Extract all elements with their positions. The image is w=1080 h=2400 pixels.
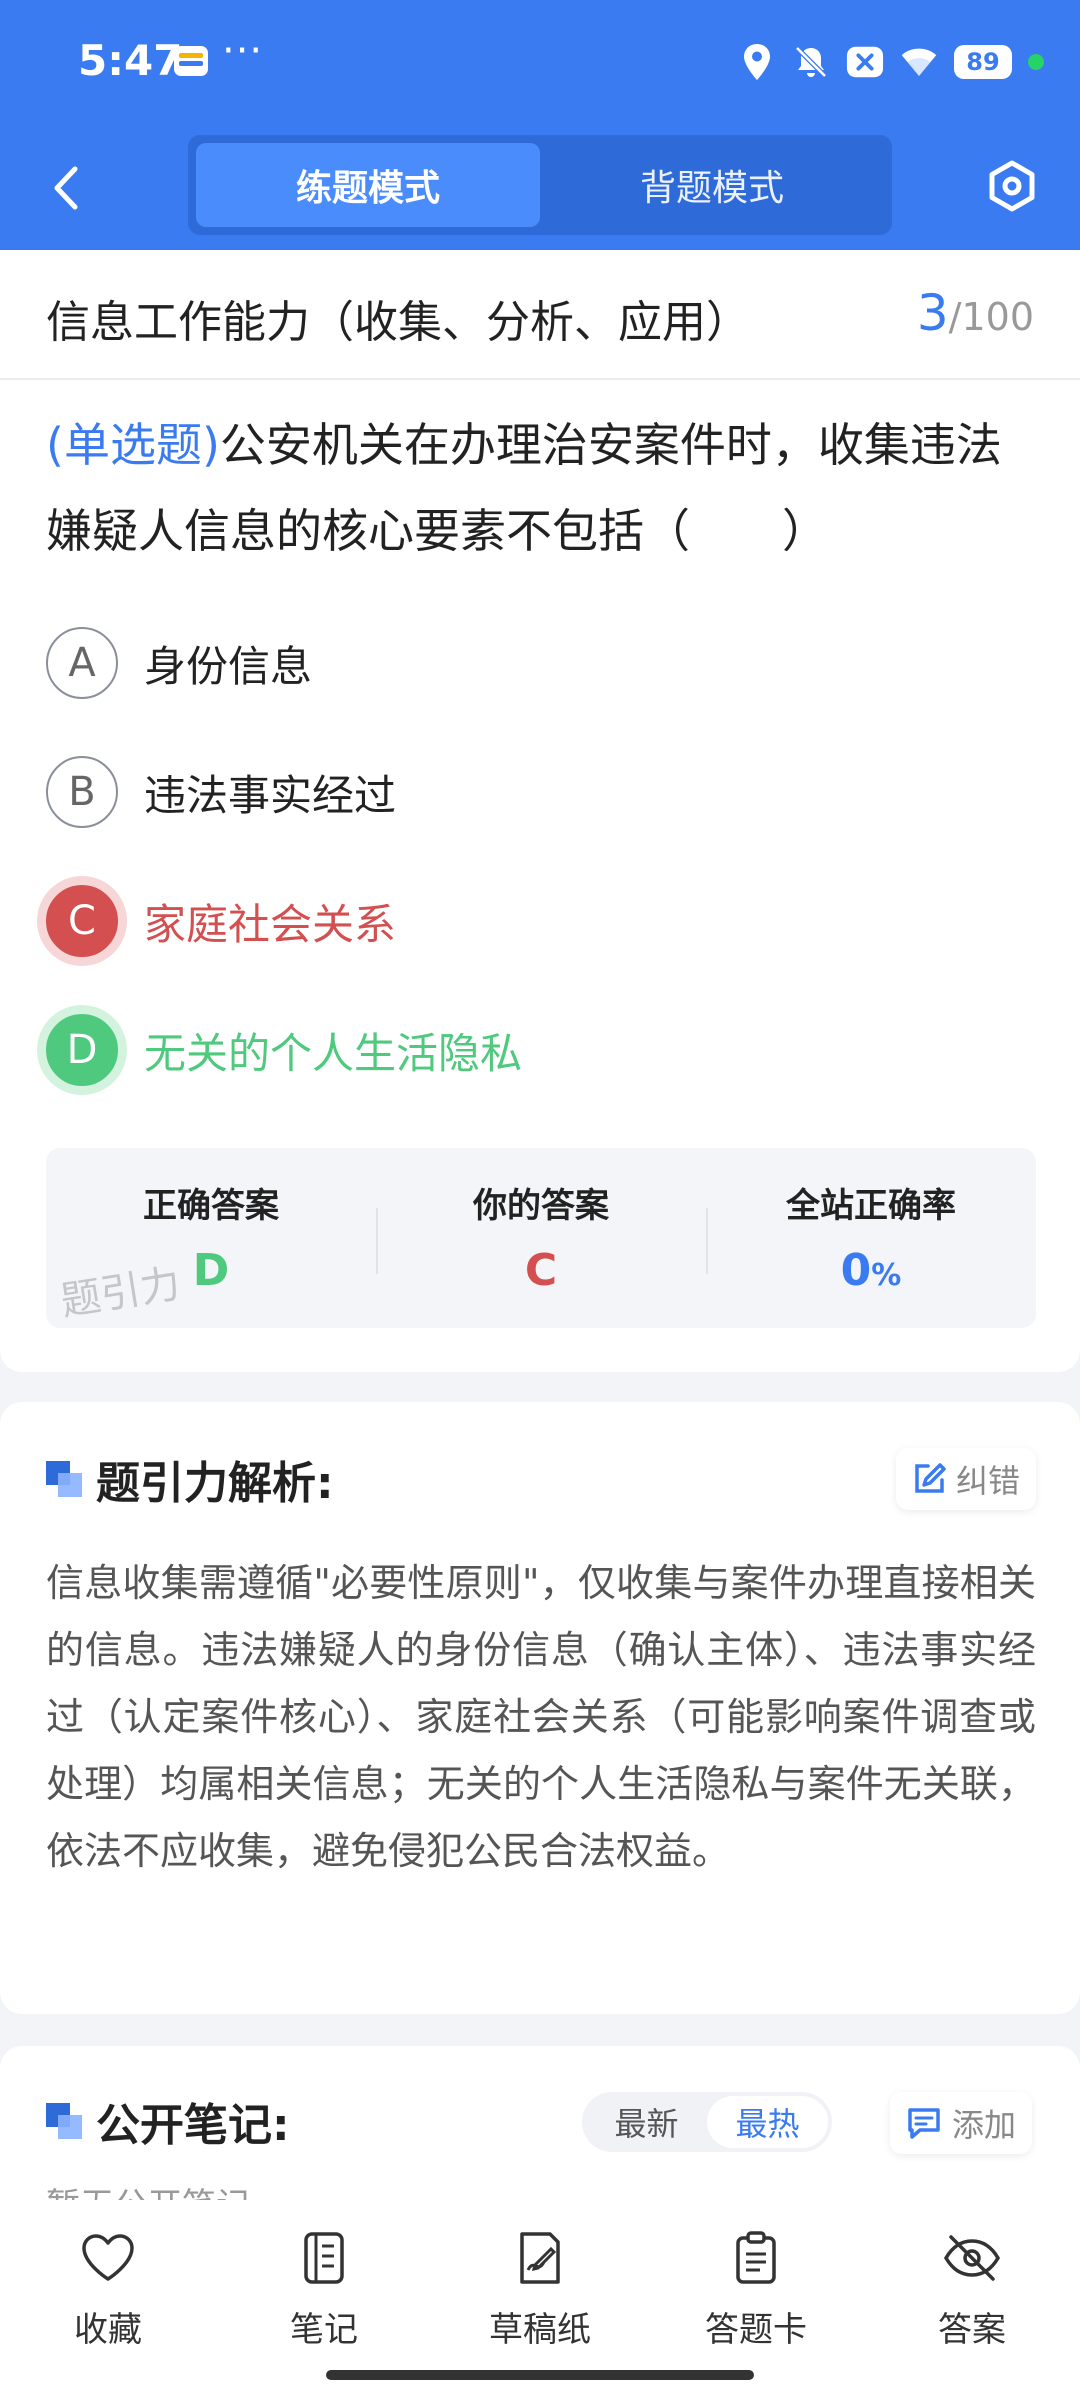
toggle-answer-label: 答案 <box>938 2310 1006 2350</box>
back-button[interactable] <box>36 158 96 218</box>
heart-icon <box>78 2228 138 2288</box>
section-square-icon <box>46 2103 82 2139</box>
accuracy-rate-unit: % <box>871 1258 902 1293</box>
watermark: 题引力 <box>57 1260 184 1326</box>
blocked-icon <box>846 43 884 81</box>
total-count: /100 <box>948 295 1034 339</box>
option-c[interactable]: C 家庭社会关系 <box>46 884 396 958</box>
accuracy-rate-value: 0% <box>841 1245 902 1296</box>
tab-practice-mode[interactable]: 练题模式 <box>196 143 540 227</box>
edit-icon <box>915 1463 946 1493</box>
tab-memorize-mode[interactable]: 背题模式 <box>540 143 884 227</box>
notebook-icon <box>294 2228 354 2288</box>
question-card: 信息工作能力（收集、分析、应用） 3/100 (单选题)公安机关在办理治安案件时… <box>0 250 1080 1372</box>
option-a[interactable]: A 身份信息 <box>46 626 312 700</box>
more-notifications-icon: ··· <box>222 28 264 74</box>
settings-hexagon-icon <box>989 160 1035 212</box>
analysis-title: 题引力解析: <box>96 1458 334 1509</box>
notes-title: 公开笔记: <box>96 2100 290 2151</box>
option-b[interactable]: B 违法事实经过 <box>46 755 396 829</box>
question-stem: (单选题)公安机关在办理治安案件时，收集违法嫌疑人信息的核心要素不包括（ ） <box>46 402 1036 574</box>
battery-indicator: 89 <box>954 45 1012 79</box>
chevron-left-icon <box>54 166 78 210</box>
correct-answer-value: D <box>192 1245 230 1296</box>
category-title: 信息工作能力（收集、分析、应用） <box>46 297 750 348</box>
answer-summary: 正确答案 D 题引力 你的答案 C 全站正确率 0% <box>46 1148 1036 1328</box>
question-counter[interactable]: 3/100 <box>917 284 1034 342</box>
option-letter: A <box>46 627 118 699</box>
toggle-answer-button[interactable]: 答案 <box>892 2228 1052 2351</box>
add-note-button[interactable]: 添加 <box>890 2092 1033 2154</box>
your-answer-value: C <box>524 1245 558 1296</box>
draft-paper-button[interactable]: 草稿纸 <box>460 2228 620 2351</box>
accuracy-rate-number: 0 <box>840 1245 872 1296</box>
notes-button[interactable]: 笔记 <box>244 2228 404 2351</box>
mute-bell-icon <box>792 43 830 81</box>
status-time: 5:47 <box>78 36 183 85</box>
analysis-card: 题引力解析: 纠错 信息收集需遵循"必要性原则"，仅收集与案件办理直接相关的信息… <box>0 1402 1080 2014</box>
notes-sort-switch: 最新 最热 <box>582 2092 832 2152</box>
current-index: 3 <box>916 284 949 342</box>
section-square-icon <box>46 1461 82 1497</box>
location-icon <box>738 43 776 81</box>
settings-button[interactable] <box>980 154 1044 218</box>
sort-newest[interactable]: 最新 <box>586 2096 707 2148</box>
option-letter: D <box>46 1014 118 1086</box>
answer-card-icon <box>726 2228 786 2288</box>
option-letter: C <box>46 885 118 957</box>
top-bar: 5:47 ··· 89 练题模式 背题模式 <box>0 0 1080 250</box>
draft-paper-icon <box>510 2228 570 2288</box>
your-answer-label: 你的答案 <box>473 1186 609 1226</box>
analysis-text: 信息收集需遵循"必要性原则"，仅收集与案件办理直接相关的信息。违法嫌疑人的身份信… <box>46 1561 1036 1873</box>
sort-hottest[interactable]: 最热 <box>707 2096 828 2148</box>
answer-card-button[interactable]: 答题卡 <box>676 2228 836 2351</box>
status-icons: 89 <box>738 40 1044 84</box>
mode-switch: 练题模式 背题模式 <box>188 135 892 235</box>
option-text: 违法事实经过 <box>144 770 397 820</box>
correct-answer-col: 正确答案 D 题引力 <box>46 1148 376 1328</box>
option-text: 家庭社会关系 <box>144 899 397 949</box>
comment-icon <box>908 2108 940 2139</box>
eye-off-icon <box>942 2228 1002 2288</box>
wallet-icon <box>174 46 208 76</box>
option-text: 身份信息 <box>144 641 313 691</box>
favorite-button[interactable]: 收藏 <box>28 2228 188 2351</box>
answer-card-label: 答题卡 <box>705 2310 807 2350</box>
option-letter: B <box>46 756 118 828</box>
accuracy-rate-label: 全站正确率 <box>786 1186 956 1226</box>
option-text: 无关的个人生活隐私 <box>144 1028 523 1078</box>
option-d[interactable]: D 无关的个人生活隐私 <box>46 1013 522 1087</box>
home-indicator[interactable] <box>326 2370 754 2380</box>
wifi-icon <box>900 43 938 81</box>
add-note-label: 添加 <box>952 2106 1017 2144</box>
privacy-dot-icon <box>1028 54 1044 70</box>
report-error-label: 纠错 <box>956 1462 1021 1500</box>
draft-paper-label: 草稿纸 <box>489 2310 591 2350</box>
correct-answer-label: 正确答案 <box>143 1186 279 1226</box>
favorite-label: 收藏 <box>74 2310 142 2350</box>
status-bar: 5:47 ··· 89 <box>0 0 1080 125</box>
your-answer-col: 你的答案 C <box>376 1148 706 1328</box>
category-row: 信息工作能力（收集、分析、应用） 3/100 <box>0 250 1080 380</box>
analysis-header: 题引力解析: <box>46 1444 334 1514</box>
question-type: (单选题) <box>46 418 220 472</box>
report-error-button[interactable]: 纠错 <box>896 1448 1037 1510</box>
nav-bar: 练题模式 背题模式 <box>0 130 1080 250</box>
notes-label: 笔记 <box>290 2310 358 2350</box>
accuracy-rate-col: 全站正确率 0% <box>706 1148 1036 1328</box>
notes-header: 公开笔记: <box>46 2086 290 2156</box>
